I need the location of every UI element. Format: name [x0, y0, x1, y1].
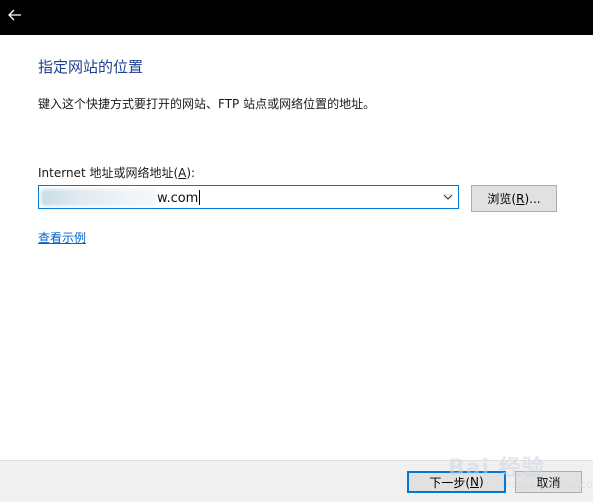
next-access-key: N [470, 475, 479, 489]
next-label-suffix: ) [478, 475, 484, 489]
cancel-button[interactable]: 取消 [515, 471, 582, 493]
page-heading: 指定网站的位置 [38, 58, 144, 76]
page-description: 键入这个快捷方式要打开的网站、FTP 站点或网络位置的地址。 [38, 97, 376, 111]
address-input[interactable]: w.com [38, 185, 459, 209]
browse-button[interactable]: 浏览(R)... [471, 185, 557, 212]
address-value-text: w.com [157, 191, 199, 206]
address-label-suffix: ): [186, 166, 196, 180]
back-button[interactable] [0, 0, 30, 30]
address-input-value: w.com [157, 190, 201, 206]
text-caret [199, 190, 201, 205]
redacted-address-region [41, 189, 159, 206]
next-button[interactable]: 下一步(N) [407, 471, 506, 493]
view-examples-link[interactable]: 查看示例 [38, 229, 86, 246]
back-arrow-icon [8, 9, 21, 21]
create-shortcut-window: 指定网站的位置 键入这个快捷方式要打开的网站、FTP 站点或网络位置的地址。 I… [0, 0, 593, 502]
title-bar [0, 0, 593, 35]
address-label-prefix: Internet 地址或网络地址( [38, 166, 179, 180]
next-label-prefix: 下一步( [429, 475, 470, 490]
browse-label-suffix: )... [524, 191, 541, 206]
chevron-down-icon [443, 194, 453, 200]
browse-label-prefix: 浏览( [487, 192, 517, 206]
browse-access-key: R [516, 191, 525, 206]
address-field-label: Internet 地址或网络地址(A): [38, 164, 195, 181]
dropdown-button[interactable] [441, 190, 455, 204]
